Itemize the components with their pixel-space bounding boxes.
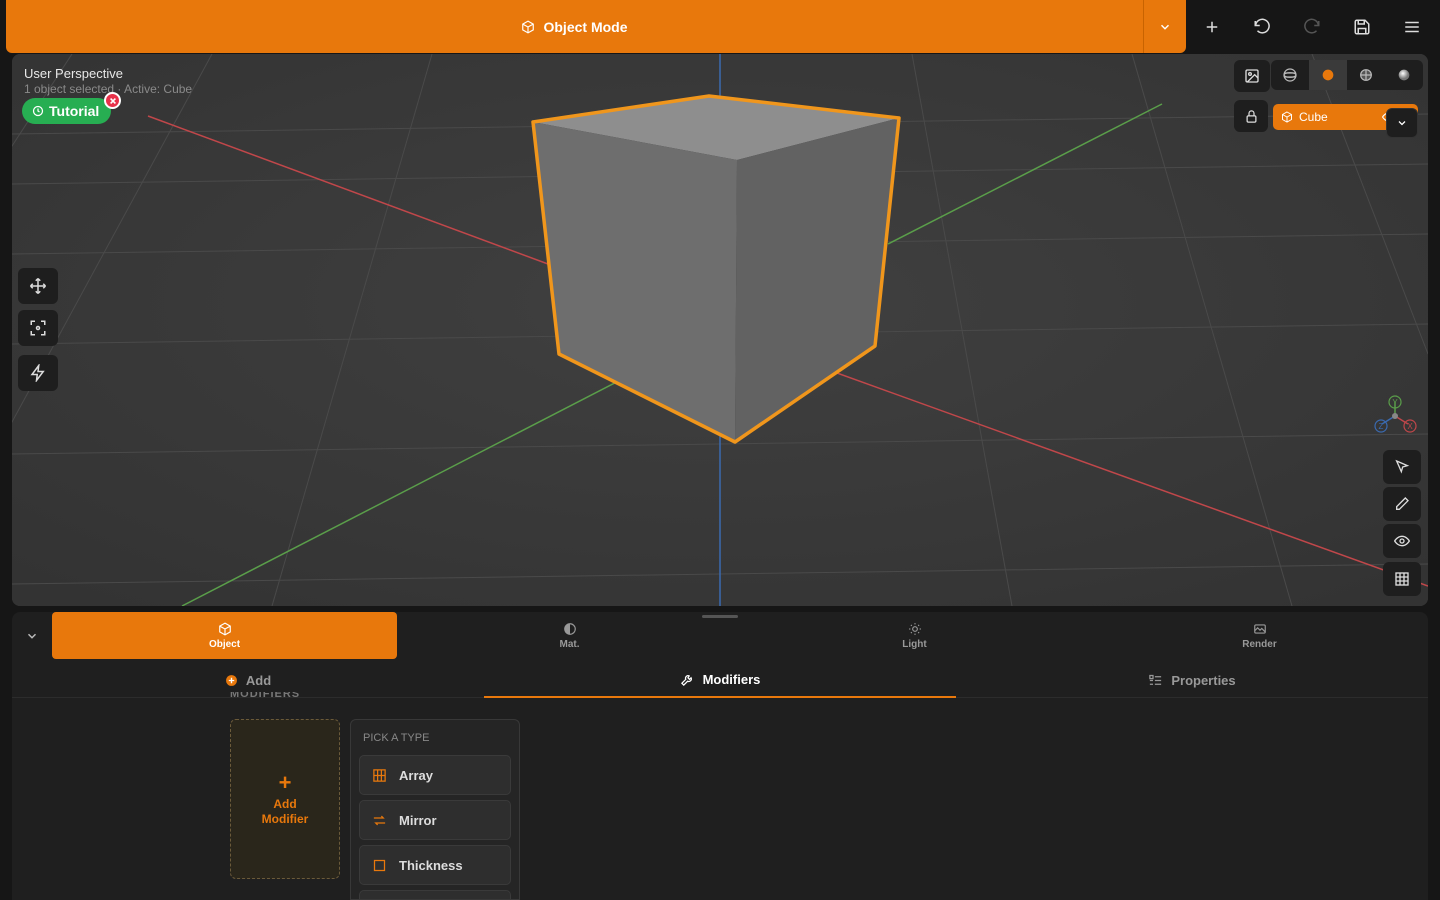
mode-selector-button[interactable]: Object Mode (6, 0, 1143, 53)
menu-button[interactable] (1397, 12, 1427, 42)
category-label: Light (902, 638, 927, 650)
picker-title: PICK A TYPE (363, 732, 430, 744)
add-modifier-button[interactable]: + Add Modifier (230, 719, 340, 879)
move-tool-button[interactable] (18, 268, 58, 304)
chevron-down-icon (1398, 121, 1406, 126)
gizmo-z-label: Z (1379, 422, 1384, 431)
tutorial-label: Tutorial (49, 103, 100, 119)
subtab-properties-label: Properties (1171, 672, 1236, 688)
cube-icon (218, 621, 231, 636)
subtab-bar: Add Modifiers Properties (12, 662, 1428, 698)
mirror-icon (373, 815, 386, 825)
thickness-icon (373, 859, 386, 871)
lightning-icon (30, 364, 45, 382)
panel-collapse-button[interactable] (22, 626, 42, 646)
array-icon (373, 768, 386, 782)
3d-viewport[interactable]: User Perspective 1 object selected · Act… (12, 54, 1428, 606)
viewport-title: User Perspective (24, 66, 123, 81)
shading-solid[interactable] (1309, 60, 1347, 90)
plus-icon: + (278, 770, 292, 795)
hamburger-icon (1405, 21, 1419, 33)
eye-icon (1394, 535, 1410, 547)
modifier-type-picker: PICK A TYPE Array Mirror Thickness (350, 719, 520, 900)
tutorial-close-button[interactable] (104, 92, 121, 109)
modifier-type-label: Thickness (399, 857, 463, 873)
add-button[interactable] (1197, 12, 1227, 42)
mode-dropdown-button[interactable] (1143, 0, 1186, 53)
modifier-type-label: Mirror (399, 812, 437, 828)
image-icon (1245, 69, 1259, 83)
subtab-add-label: Add (245, 672, 272, 688)
render-image-icon (1253, 623, 1266, 634)
modifier-type-label: Array (399, 767, 433, 783)
close-icon (109, 97, 116, 104)
modifier-type-array[interactable]: Array (359, 755, 511, 795)
focus-icon (30, 320, 46, 336)
cube-icon (522, 19, 535, 34)
shading-material[interactable] (1347, 60, 1385, 90)
redo-button[interactable] (1297, 12, 1327, 42)
properties-panel: Object Mat. Light Render Add Modifiers P… (12, 612, 1428, 900)
visibility-tool-button[interactable] (1383, 524, 1421, 558)
redo-icon (1304, 18, 1320, 34)
mode-label: Object Mode (543, 18, 628, 35)
shading-mode-group (1271, 60, 1423, 90)
grid-tool-button[interactable] (1383, 562, 1421, 596)
lock-button[interactable] (1234, 100, 1268, 132)
plus-circle-icon (225, 674, 237, 686)
category-tab-material[interactable]: Mat. (397, 612, 742, 659)
chevron-down-icon (1160, 24, 1170, 30)
viewport-scene (12, 54, 1428, 606)
add-modifier-label: Add Modifier (261, 797, 309, 826)
modifier-type-thickness[interactable]: Thickness (359, 845, 511, 885)
cube-icon (1282, 111, 1292, 123)
subtab-modifiers[interactable]: Modifiers (484, 662, 956, 698)
save-icon (1354, 19, 1370, 35)
render-preview-button[interactable] (1234, 60, 1270, 92)
focus-tool-button[interactable] (18, 310, 58, 346)
category-tab-render[interactable]: Render (1087, 612, 1432, 659)
select-tool-button[interactable] (1383, 450, 1421, 484)
category-tab-object[interactable]: Object (52, 612, 397, 659)
active-object-name: Cube (1299, 110, 1328, 124)
quick-action-button[interactable] (18, 355, 58, 391)
lock-icon (1246, 109, 1256, 123)
half-circle-icon (563, 622, 576, 635)
gizmo-x-label: X (1407, 422, 1413, 431)
subtab-modifiers-label: Modifiers (702, 671, 761, 687)
clock-icon (32, 105, 44, 117)
top-bar: Object Mode (0, 0, 1440, 54)
cursor-icon (1395, 459, 1410, 474)
wireframe-sphere-icon (1283, 68, 1297, 82)
category-label: Render (1242, 638, 1277, 650)
save-button[interactable] (1347, 12, 1377, 42)
category-tab-light[interactable]: Light (742, 612, 1087, 659)
move-icon (29, 277, 47, 295)
modifier-type-next[interactable] (359, 890, 511, 899)
list-settings-icon (1149, 674, 1162, 685)
material-sphere-icon (1360, 69, 1372, 81)
chevron-down-icon (27, 633, 37, 639)
shading-wireframe[interactable] (1271, 60, 1309, 90)
modifiers-section-label: MODIFIERS (230, 692, 301, 700)
category-label: Mat. (559, 638, 580, 650)
sun-icon (908, 622, 921, 635)
modifier-type-mirror[interactable]: Mirror (359, 800, 511, 840)
object-list-dropdown[interactable] (1386, 108, 1418, 138)
draw-tool-button[interactable] (1383, 487, 1421, 521)
shading-rendered[interactable] (1385, 60, 1423, 90)
wrench-icon (680, 674, 692, 686)
rendered-sphere-icon (1398, 69, 1410, 81)
undo-button[interactable] (1247, 12, 1277, 42)
gizmo-y-label: Y (1392, 398, 1398, 407)
grid-icon (1395, 572, 1409, 586)
plus-icon (1206, 21, 1218, 33)
pencil-icon (1396, 497, 1409, 510)
solid-sphere-icon (1322, 69, 1334, 81)
undo-icon (1254, 18, 1270, 34)
tutorial-button[interactable]: Tutorial (22, 98, 112, 124)
category-label: Object (208, 638, 241, 650)
subtab-properties[interactable]: Properties (956, 662, 1428, 698)
navigation-gizmo[interactable]: Y X Z (1372, 394, 1422, 438)
